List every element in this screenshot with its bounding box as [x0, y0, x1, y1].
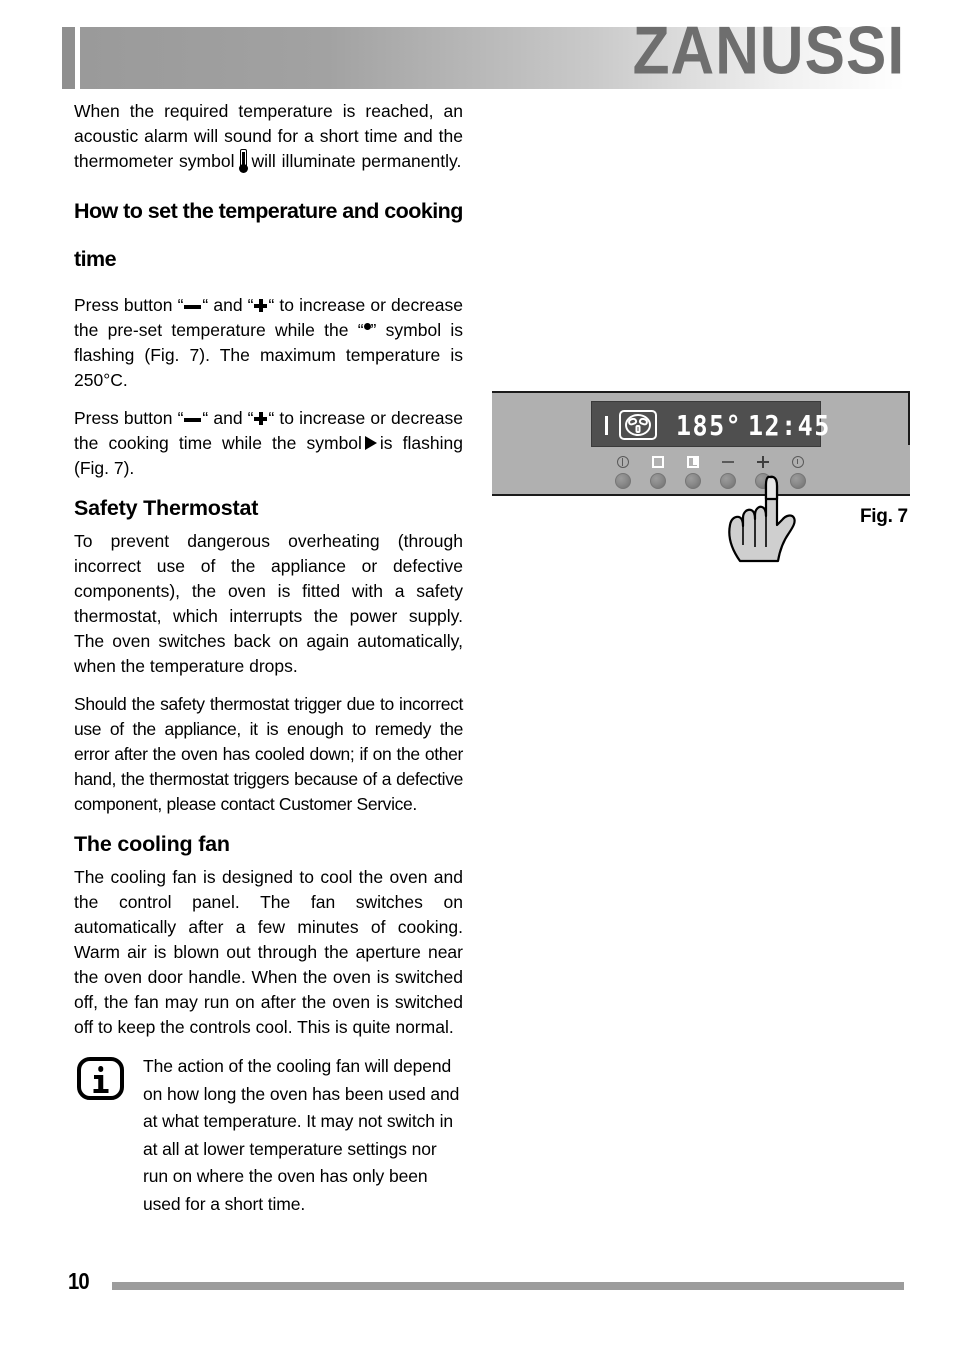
brand-logo: ZANUSSI [632, 13, 905, 89]
para-temp-part-a: Press button “ [74, 295, 184, 315]
intro-paragraph: When the required temperature is reached… [74, 99, 463, 174]
paragraph-safety-2: Should the safety thermostat trigger due… [74, 694, 463, 814]
minus-icon [721, 455, 735, 470]
info-note-box: The action of the cooling fan will depen… [74, 1053, 463, 1218]
minus-bar-icon [184, 305, 202, 309]
para-time-part-b: “ and “ [202, 408, 254, 428]
button-knob[interactable] [649, 473, 666, 489]
oven-function-fan-icon [619, 410, 657, 440]
hand-pressing-illustration [728, 475, 796, 563]
paragraph-safety-1: To prevent dangerous overheating (throug… [74, 531, 463, 676]
oven-square-icon [651, 455, 665, 470]
minus-bar-icon [184, 418, 202, 422]
button-oven-function-alt[interactable] [680, 455, 705, 489]
button-knob[interactable] [684, 473, 701, 489]
page-footer: 10 [0, 1268, 954, 1308]
paragraph-set-cooking-time: Press button ““ and ““ to increase or de… [74, 406, 463, 481]
timer-clock-icon [791, 455, 805, 470]
button-power[interactable] [610, 455, 635, 489]
footer-rule [112, 1282, 904, 1290]
thermometer-icon [238, 149, 249, 173]
display-bar-indicator [605, 416, 608, 435]
lcd-display: 185° 12:45 [591, 401, 829, 447]
play-triangle-icon [364, 436, 377, 450]
information-icon [77, 1057, 124, 1100]
oven-square-inner-icon [686, 455, 700, 470]
content-column: When the required temperature is reached… [74, 99, 463, 1218]
plus-icon [254, 299, 268, 312]
info-note-text: The action of the cooling fan will depen… [143, 1056, 460, 1214]
button-knob[interactable] [614, 473, 631, 489]
page-header: ZANUSSI [0, 0, 954, 96]
plus-icon [756, 455, 770, 470]
power-icon [616, 455, 630, 470]
paragraph-cooling-fan: The cooling fan is designed to cool the … [74, 867, 463, 1037]
heading-cooling-fan: The cooling fan [74, 832, 230, 856]
para-temp-part-b: “ and “ [202, 295, 254, 315]
para-time-part-a: Press button “ [74, 408, 184, 428]
paragraph-set-temperature: Press button ““ and ““ to increase or de… [74, 293, 463, 393]
display-time: 12:45 [748, 409, 831, 442]
plus-icon [254, 412, 268, 425]
button-oven-function[interactable] [645, 455, 670, 489]
header-accent-tab [62, 27, 75, 89]
heading-temperature-cooking-time: How to set the temperature and cooking t… [74, 199, 463, 271]
control-panel: 185° 12:45 [492, 391, 910, 496]
intro-paragraph-tail: will illuminate permanently. [251, 151, 462, 171]
display-temperature: 185° [676, 409, 743, 442]
figure-caption: Fig. 7 [860, 506, 908, 527]
figure-oven-control-panel: 185° 12:45 Fig. 7 [492, 391, 910, 563]
page-number: 10 [68, 1268, 90, 1294]
degree-icon [363, 323, 371, 330]
panel-right-edge [908, 393, 910, 445]
heading-safety-thermostat: Safety Thermostat [74, 496, 259, 520]
